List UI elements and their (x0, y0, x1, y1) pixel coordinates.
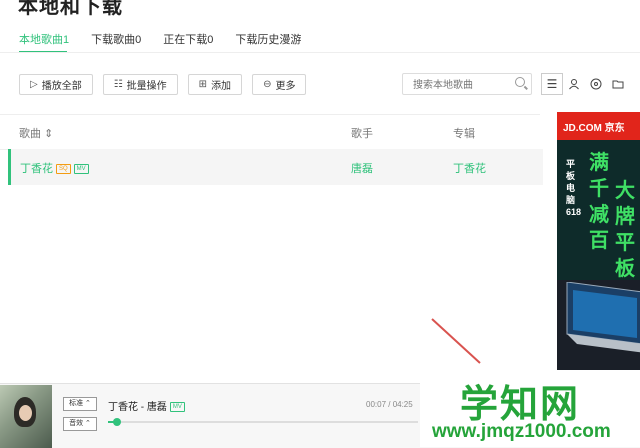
album-link[interactable]: 丁香花 (453, 160, 486, 176)
quality-button[interactable]: 标准 ⌃ (63, 397, 97, 411)
play-all-label: 播放全部 (41, 81, 82, 92)
player-mv-badge[interactable]: MV (169, 402, 185, 412)
page-title: 本地和下载 (18, 0, 123, 18)
ad-vertical-text: 平板电脑618 (566, 159, 582, 217)
song-title: 丁香花 (20, 163, 53, 175)
column-album: 专辑 (453, 128, 475, 140)
mv-badge[interactable]: MV (73, 164, 89, 174)
tab-download-history[interactable]: 下载历史漫游 (235, 31, 301, 47)
add-label: 添加 (211, 81, 232, 92)
ad-body: 平板电脑618 满千减百 大牌平板 (557, 140, 640, 280)
now-playing-track: 丁香花 - 唐磊 (108, 402, 167, 413)
plus-box-icon: ⊞ (198, 79, 208, 90)
laptop-image (566, 282, 640, 353)
artist-link[interactable]: 唐磊 (351, 160, 373, 176)
now-playing: 丁香花 - 唐磊 MV (108, 398, 185, 413)
table-row[interactable]: 丁香花 SQ MV 唐磊 丁香花 (8, 149, 543, 185)
more-circle-icon: ⊖ (263, 79, 272, 90)
view-switcher: ☰ (541, 73, 629, 95)
toolbar: ▷ 播放全部 ☷ 批量操作 ⊞ 添加 ⊖ 更多 (19, 74, 316, 95)
ad-slogan-primary: 满千减百 (589, 152, 609, 252)
list-check-icon: ☷ (113, 79, 123, 90)
play-time: 00:07 / 04:25 (366, 400, 413, 409)
search-input[interactable] (411, 75, 515, 95)
list-view-icon[interactable]: ☰ (541, 73, 563, 95)
folder-view-icon[interactable] (607, 73, 629, 95)
column-song[interactable]: 歌曲 ⇕ (19, 125, 53, 141)
play-all-button[interactable]: ▷ 播放全部 (19, 74, 93, 95)
search-box (402, 73, 532, 95)
album-cover[interactable] (0, 385, 52, 448)
tab-divider (0, 52, 640, 53)
singer-view-icon[interactable] (563, 73, 585, 95)
add-button[interactable]: ⊞ 添加 (187, 74, 243, 95)
play-icon: ▷ (30, 79, 38, 90)
batch-label: 批量操作 (126, 81, 167, 92)
tab-downloaded-songs[interactable]: 下载歌曲0 (91, 31, 141, 47)
more-label: 更多 (275, 81, 296, 92)
more-button[interactable]: ⊖ 更多 (252, 74, 307, 95)
advertisement-banner[interactable]: JD.COM 京东 平板电脑618 满千减百 大牌平板 (557, 112, 640, 387)
sort-icon[interactable]: ⇕ (44, 128, 53, 140)
red-arrow-annotation (431, 318, 481, 364)
song-cell[interactable]: 丁香花 SQ MV (20, 160, 89, 176)
column-artist: 歌手 (351, 128, 373, 140)
search-icon[interactable] (515, 77, 525, 87)
progress-knob[interactable] (113, 418, 122, 426)
album-view-icon[interactable] (585, 73, 607, 95)
watermark-url: www.jmqz1000.com (432, 421, 611, 442)
watermark-logo: 学知网 (460, 384, 581, 426)
batch-operation-button[interactable]: ☷ 批量操作 (102, 74, 178, 95)
table-header: 歌曲 ⇕ 歌手 专辑 (0, 114, 540, 150)
tab-local-songs[interactable]: 本地歌曲1 (19, 31, 69, 53)
sound-effect-button[interactable]: 音效 ⌃ (63, 417, 97, 431)
ad-slogan-secondary: 大牌平板 (615, 180, 635, 280)
progress-bar[interactable] (108, 418, 418, 426)
sq-badge: SQ (56, 164, 71, 174)
tab-downloading[interactable]: 正在下载0 (163, 31, 213, 47)
tab-bar: 本地歌曲1 下载歌曲0 正在下载0 下载历史漫游 (19, 31, 323, 53)
ad-brand: JD.COM 京东 (557, 112, 640, 140)
